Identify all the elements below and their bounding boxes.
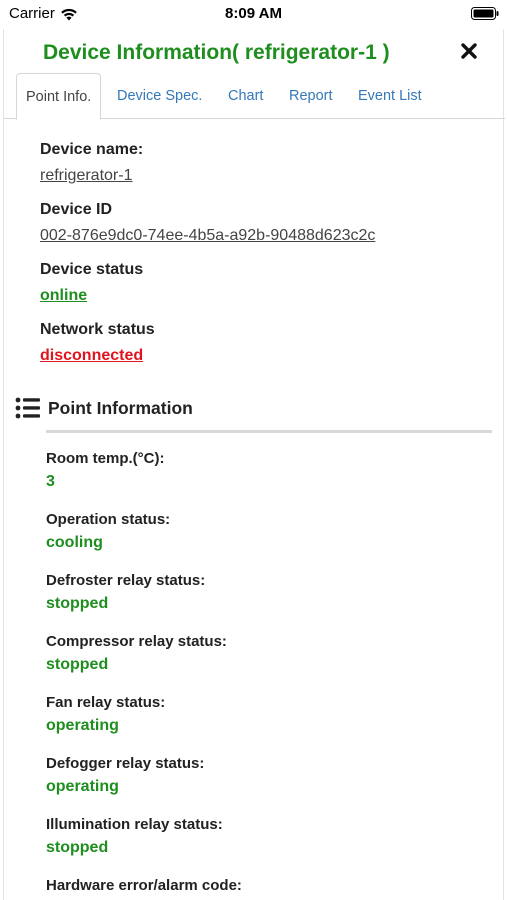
- device-id-link[interactable]: 002-876e9dc0-74ee-4b5a-a92b-90488d623c2c: [40, 227, 375, 245]
- close-button[interactable]: [457, 39, 481, 63]
- point-value-room-temp: 3: [46, 473, 55, 490]
- tab-report[interactable]: Report: [289, 73, 333, 119]
- point-value-defroster-relay: stopped: [46, 595, 109, 612]
- tab-event-list[interactable]: Event List: [358, 73, 422, 119]
- device-status-label: Device status: [40, 261, 144, 278]
- point-label-defogger-relay: Defogger relay status:: [46, 755, 205, 772]
- point-label-room-temp: Room temp.(°C):: [46, 450, 165, 467]
- network-status-label: Network status: [40, 321, 155, 338]
- tab-point-info[interactable]: Point Info.: [16, 73, 102, 120]
- status-bar: Carrier 8:09 AM: [0, 0, 507, 28]
- tab-bar: Point Info. Device Spec. Chart Report Ev…: [4, 73, 505, 120]
- point-label-hardware-error: Hardware error/alarm code:: [46, 877, 242, 894]
- point-info-title: Point Information: [48, 397, 193, 418]
- point-label-illumination-relay: Illumination relay status:: [46, 816, 223, 833]
- section-divider: [46, 430, 492, 433]
- point-value-compressor-relay: stopped: [46, 656, 109, 673]
- device-id-label: Device ID: [40, 201, 113, 218]
- point-label-defroster-relay: Defroster relay status:: [46, 572, 206, 589]
- point-value-fan-relay: operating: [46, 717, 119, 734]
- point-label-operation-status: Operation status:: [46, 511, 171, 528]
- tab-device-spec[interactable]: Device Spec.: [117, 73, 202, 119]
- point-value-illumination-relay: stopped: [46, 839, 109, 856]
- status-time: 8:09 AM: [225, 5, 282, 22]
- list-icon: [15, 397, 40, 419]
- tab-chart[interactable]: Chart: [228, 73, 263, 119]
- point-label-fan-relay: Fan relay status:: [46, 694, 166, 711]
- modal-title: Device Information( refrigerator-1 ): [43, 41, 390, 64]
- device-name-link[interactable]: refrigerator-1: [40, 167, 132, 185]
- screen: Carrier 8:09 AM Device Information( refr…: [0, 0, 507, 900]
- battery-icon: [471, 7, 499, 20]
- point-value-defogger-relay: operating: [46, 778, 119, 795]
- point-label-compressor-relay: Compressor relay status:: [46, 633, 227, 650]
- device-info-modal: Device Information( refrigerator-1 ) Poi…: [3, 29, 505, 900]
- modal-header: Device Information( refrigerator-1 ): [4, 29, 503, 74]
- close-icon: [461, 43, 477, 59]
- point-value-operation-status: cooling: [46, 534, 103, 551]
- point-info-heading: Point Information: [15, 394, 193, 422]
- device-name-label: Device name:: [40, 141, 144, 158]
- network-status-value[interactable]: disconnected: [40, 347, 143, 365]
- device-status-value[interactable]: online: [40, 287, 87, 305]
